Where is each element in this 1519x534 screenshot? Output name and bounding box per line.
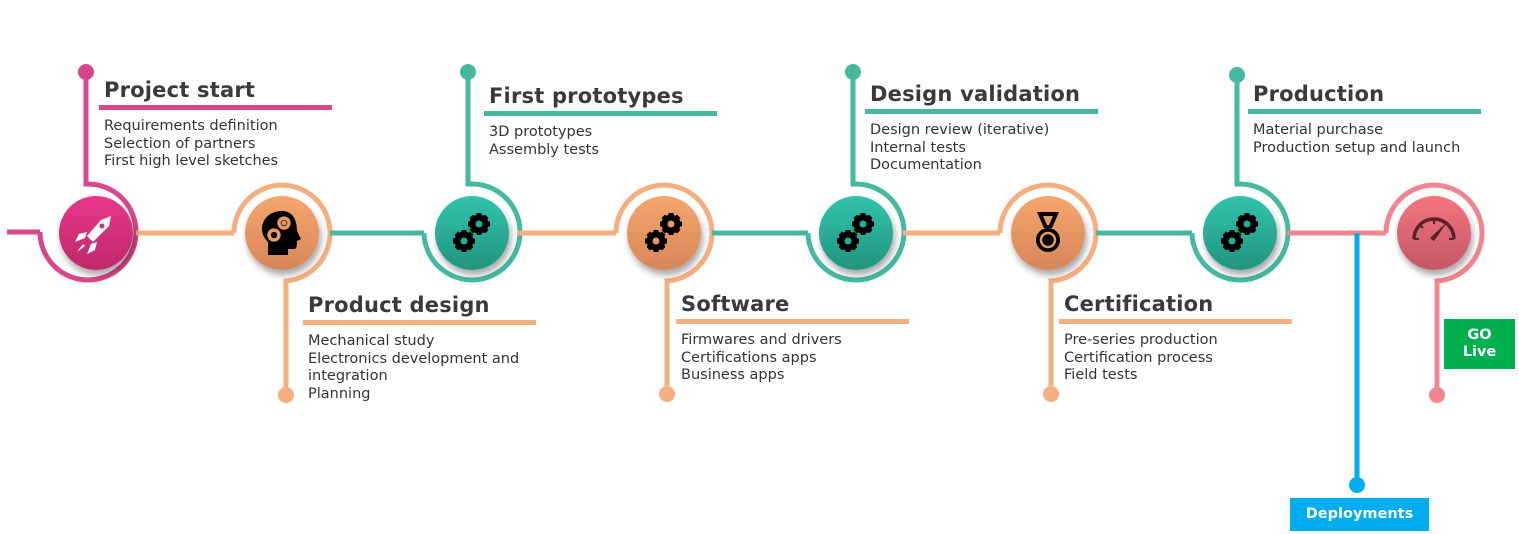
stage-item: Requirements definition <box>104 118 278 134</box>
stage-title: Product design <box>308 293 490 317</box>
head-gears-icon <box>262 211 301 255</box>
medal-icon <box>1036 212 1060 252</box>
stage-item: Production setup and launch <box>1253 139 1461 156</box>
stage-title: Certification <box>1064 292 1214 316</box>
stage-title: First prototypes <box>489 84 684 108</box>
stage-item: integration <box>308 368 388 384</box>
gears-icon <box>447 208 497 258</box>
rocket-icon <box>75 216 111 254</box>
software-node <box>627 196 701 270</box>
stage-title: Production <box>1253 82 1385 106</box>
project-start-node <box>59 196 133 270</box>
title-underline <box>676 319 909 324</box>
gears-icon <box>639 208 689 258</box>
stage-first-prototypes: First prototypes 3D prototypes Assembly t… <box>484 84 729 159</box>
stage-item: Field tests <box>1064 367 1138 383</box>
stage-production: Production Material purchase Production s… <box>1248 82 1493 157</box>
timeline-dot <box>1429 387 1445 403</box>
go-live-line1: GO <box>1467 327 1492 343</box>
stage-item: Assembly tests <box>489 141 599 158</box>
stage-product-design: Product design Mechanical study Electroni… <box>303 293 548 403</box>
stage-project-start: Project start Requirements definition Sel… <box>99 78 344 171</box>
go-live-label: GO Live <box>1444 319 1515 369</box>
timeline-dot <box>278 387 294 403</box>
timeline-dot <box>1349 477 1365 493</box>
title-underline <box>303 320 536 325</box>
deployments-label: Deployments <box>1290 498 1429 531</box>
stage-item: Certifications apps <box>681 349 817 366</box>
stage-software: Software Firmwares and drivers Certificat… <box>676 292 921 385</box>
product-design-node <box>245 196 319 270</box>
stage-item: Business apps <box>681 367 785 383</box>
stage-certification: Certification Pre-series production Certi… <box>1059 292 1304 385</box>
title-underline <box>484 111 717 116</box>
production-node <box>1203 196 1277 270</box>
stage-item: First high level sketches <box>104 153 279 169</box>
gears-icon <box>831 208 881 258</box>
stage-item: Electronics development and <box>308 350 520 367</box>
timeline-dot <box>1043 386 1059 402</box>
certification-node <box>1011 196 1085 270</box>
timeline-dot <box>460 64 476 80</box>
first-prototypes-node <box>435 196 509 270</box>
stage-title: Project start <box>104 78 256 102</box>
stage-item: Internal tests <box>870 139 966 156</box>
timeline-dot <box>845 64 861 80</box>
title-underline <box>865 109 1098 114</box>
stage-item: Documentation <box>870 157 982 173</box>
title-underline <box>1059 319 1292 324</box>
stage-title: Software <box>681 292 790 316</box>
design-validation-node <box>819 196 893 270</box>
timeline-dot <box>659 386 675 402</box>
stage-item: Mechanical study <box>308 333 435 349</box>
stage-item: Selection of partners <box>104 135 256 152</box>
go-live-line2: Live <box>1462 344 1497 360</box>
stage-item: Certification process <box>1064 349 1213 366</box>
timeline-dot <box>78 64 94 80</box>
gears-icon <box>1215 208 1265 258</box>
title-underline <box>99 105 332 110</box>
stage-design-validation: Design validation Design review (iterati… <box>865 82 1110 175</box>
title-underline <box>1248 109 1481 114</box>
timeline-dot <box>1229 67 1245 83</box>
stage-item: 3D prototypes <box>489 124 593 140</box>
stage-title: Design validation <box>870 82 1081 106</box>
stage-item: Material purchase <box>1253 122 1384 138</box>
stage-item: Firmwares and drivers <box>681 332 842 348</box>
stage-item: Pre-series production <box>1064 332 1218 348</box>
go-live-node <box>1397 196 1471 270</box>
stage-item: Planning <box>308 385 371 402</box>
stage-item: Design review (iterative) <box>870 122 1050 138</box>
speedometer-icon <box>1412 217 1456 241</box>
